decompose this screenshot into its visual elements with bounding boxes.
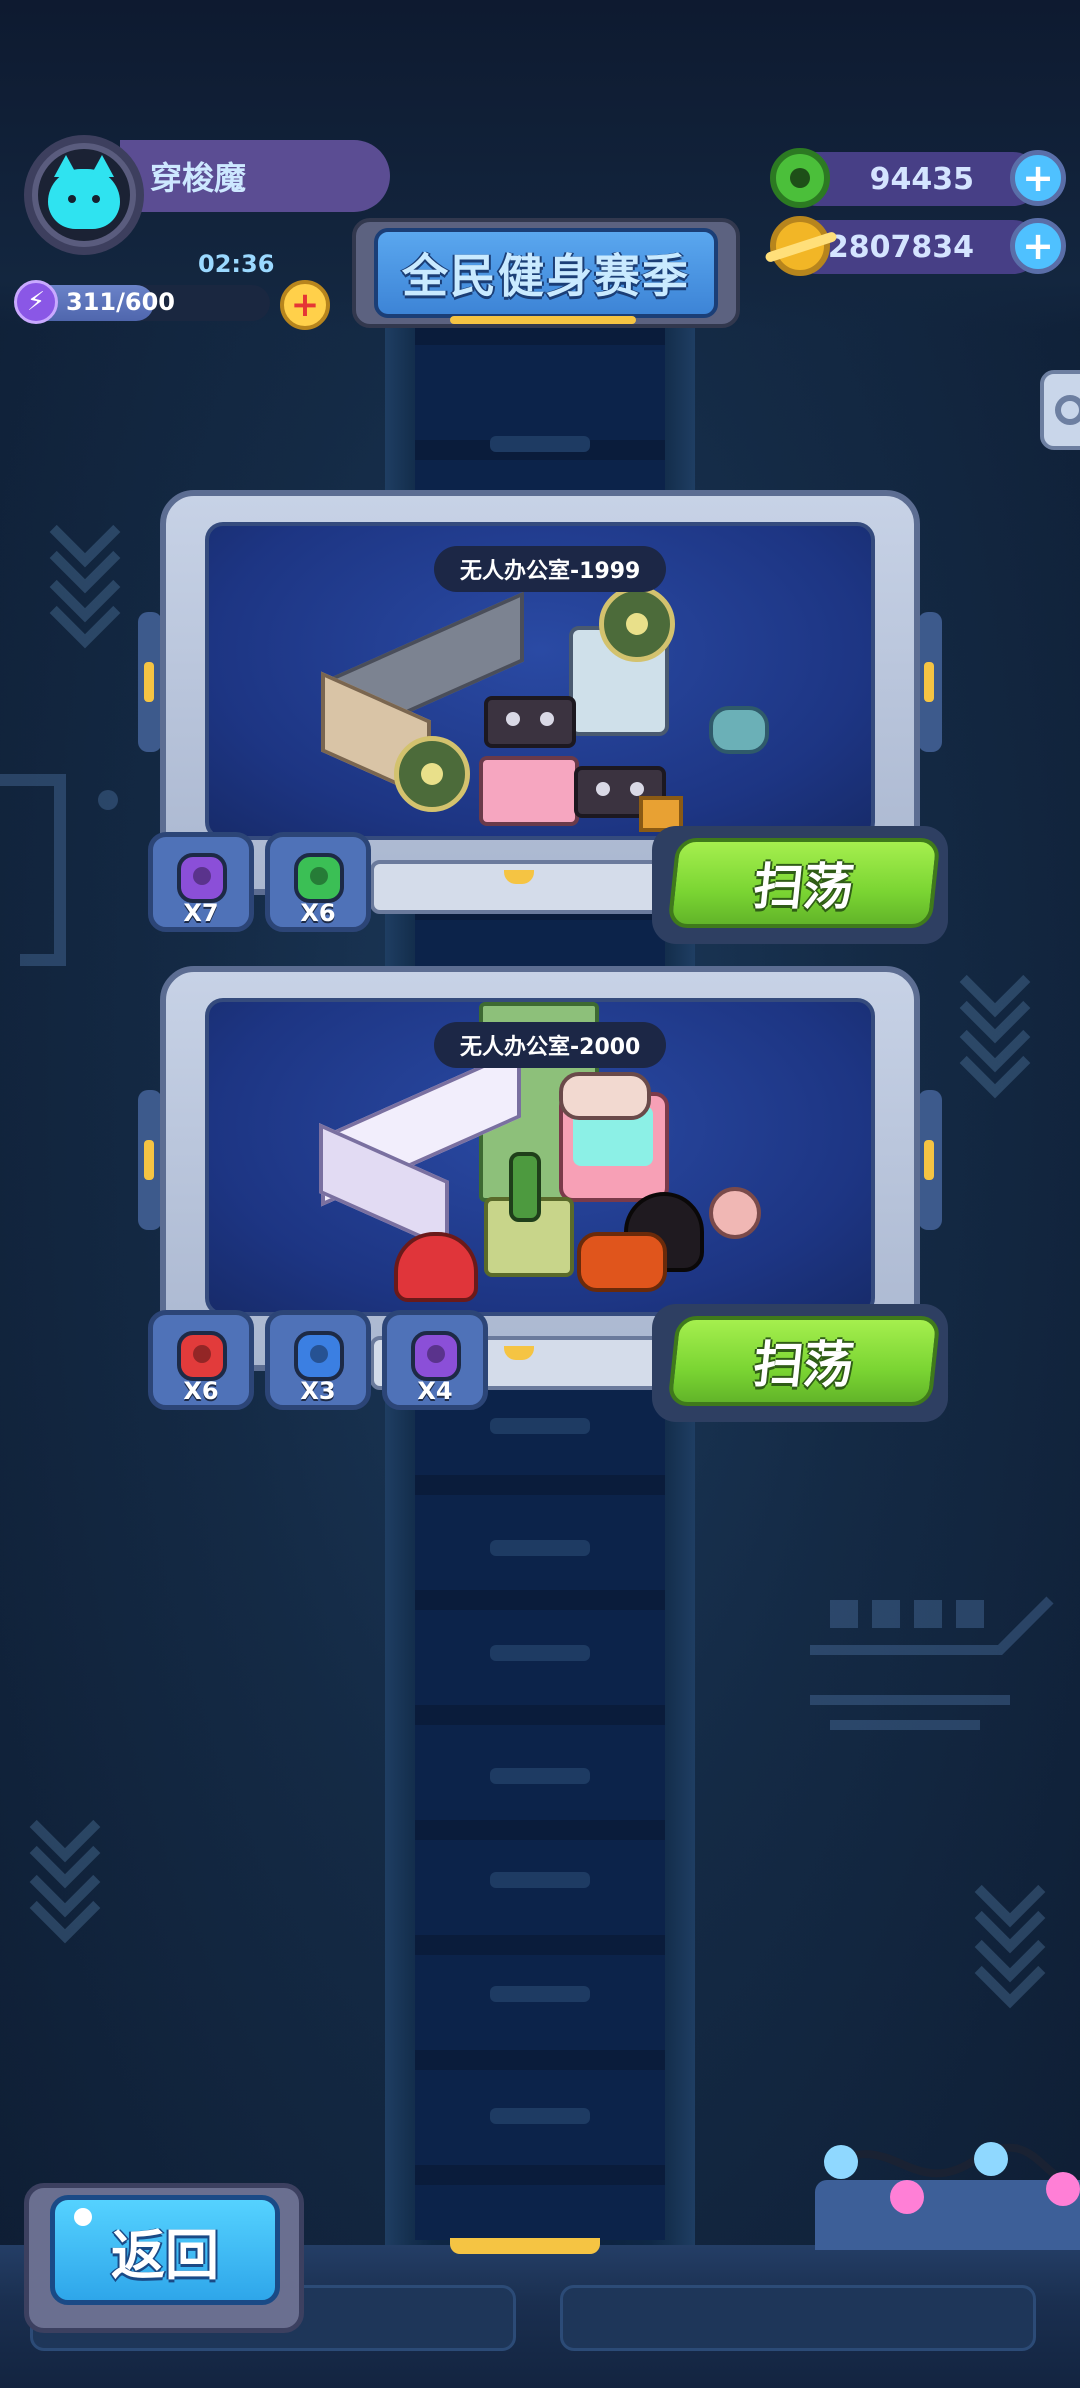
blue-gem-icon bbox=[294, 1331, 344, 1381]
circuit-decor-right bbox=[810, 1596, 1054, 1730]
reward-quantity: X6 bbox=[183, 1377, 219, 1405]
light-bulb bbox=[824, 2145, 858, 2179]
level-title: 无人办公室-2000 bbox=[434, 1022, 667, 1068]
plant-pot bbox=[709, 706, 769, 754]
level-room-2-scene[interactable]: 无人办公室-2000 bbox=[205, 998, 875, 1316]
chevron-down-decor-icon bbox=[50, 580, 110, 640]
chevron-down-decor-icon bbox=[30, 1875, 90, 1935]
pink-box bbox=[479, 756, 579, 826]
toaster bbox=[559, 1072, 651, 1120]
add-coin-button[interactable]: + bbox=[1010, 218, 1066, 274]
shaft-slot bbox=[490, 2108, 590, 2124]
avatar[interactable] bbox=[24, 135, 144, 255]
reward-slot[interactable]: X4 bbox=[382, 1310, 488, 1410]
reward-quantity: X4 bbox=[417, 1377, 453, 1405]
level-title: 无人办公室-1999 bbox=[434, 546, 667, 592]
light-bulb bbox=[974, 2142, 1008, 2176]
add-donut-button[interactable]: + bbox=[1010, 150, 1066, 206]
chevron-down-decor-icon bbox=[975, 1940, 1035, 2000]
card-side-bracket bbox=[138, 1090, 162, 1230]
lightning-bolt-icon: ⚡ bbox=[14, 280, 58, 324]
player-name: 穿梭魔 bbox=[120, 140, 390, 212]
cassette-tape-icon bbox=[484, 696, 576, 748]
shaft-gold-light bbox=[450, 2238, 600, 2254]
reward-slot[interactable]: X6 bbox=[265, 832, 371, 932]
cat-avatar-icon bbox=[48, 155, 120, 229]
reward-quantity: X6 bbox=[300, 899, 336, 927]
shaft-slot bbox=[490, 1540, 590, 1556]
card-base bbox=[370, 860, 670, 914]
purple-gem-icon bbox=[411, 1331, 461, 1381]
shaft-slot bbox=[490, 436, 590, 452]
green-donut-icon bbox=[770, 148, 830, 208]
shaft-slot bbox=[490, 1986, 590, 2002]
fan-icon bbox=[394, 736, 470, 812]
reward-quantity: X7 bbox=[183, 899, 219, 927]
orange-monster-icon bbox=[577, 1232, 667, 1292]
red-gem-icon bbox=[177, 1331, 227, 1381]
reward-slot[interactable]: X3 bbox=[265, 1310, 371, 1410]
level-room-1-scene[interactable]: 无人办公室-1999 bbox=[205, 522, 875, 840]
purple-gem-icon bbox=[177, 853, 227, 903]
side-drawer-tab[interactable] bbox=[1040, 370, 1080, 450]
shaft-slot bbox=[490, 1418, 590, 1434]
chevron-down-decor-icon bbox=[960, 1030, 1020, 1090]
circuit-decor-left bbox=[0, 774, 118, 966]
red-monster-icon bbox=[394, 1232, 478, 1302]
event-banner-button[interactable]: 全民健身赛季 bbox=[374, 228, 718, 318]
card-side-bracket bbox=[918, 1090, 942, 1230]
reward-quantity: X3 bbox=[300, 1377, 336, 1405]
floor-panel bbox=[560, 2285, 1036, 2351]
reward-slot[interactable]: X6 bbox=[148, 1310, 254, 1410]
card-side-bracket bbox=[918, 612, 942, 752]
bottle-icon bbox=[509, 1152, 541, 1222]
sweep-button[interactable]: 扫荡 bbox=[667, 1316, 941, 1406]
sweep-button[interactable]: 扫荡 bbox=[667, 838, 941, 928]
add-energy-button[interactable]: + bbox=[280, 280, 330, 330]
event-banner-glow bbox=[450, 316, 636, 324]
reward-slot[interactable]: X7 bbox=[148, 832, 254, 932]
back-button-shine bbox=[74, 2208, 92, 2226]
card-side-bracket bbox=[138, 612, 162, 752]
green-gem-icon bbox=[294, 853, 344, 903]
shaft-slot bbox=[490, 1645, 590, 1661]
gold-planet-icon bbox=[764, 216, 838, 276]
light-bulb bbox=[1046, 2172, 1080, 2206]
energy-value: 311/600 bbox=[66, 288, 175, 316]
light-bulb bbox=[890, 2180, 924, 2214]
energy-refill-timer: 02:36 bbox=[198, 250, 275, 278]
shaft-slot bbox=[490, 1768, 590, 1784]
fan-icon bbox=[599, 586, 675, 662]
dumpling-bowl-icon bbox=[709, 1187, 761, 1239]
shaft-slot bbox=[490, 1872, 590, 1888]
